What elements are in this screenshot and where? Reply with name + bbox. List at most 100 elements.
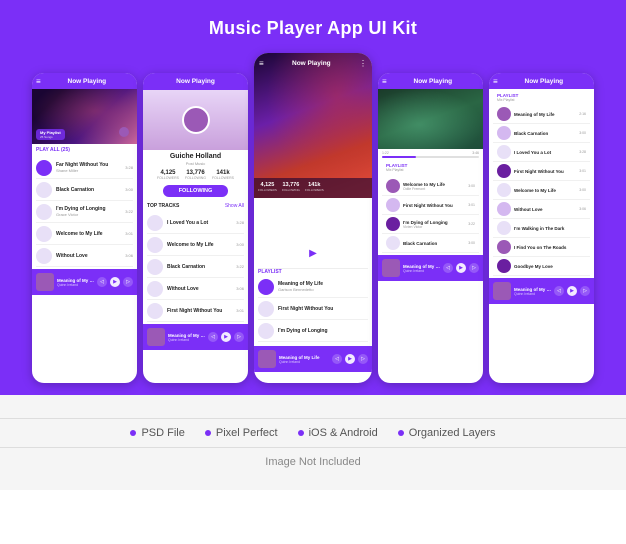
list-item[interactable]: I Loved You a Lot 3:28 [493, 143, 590, 162]
play-button[interactable]: ▶ [345, 354, 355, 364]
player-controls: ◁ ▶ ▷ [97, 277, 133, 287]
divider-2 [0, 447, 626, 448]
play-button[interactable]: ▶ [567, 286, 577, 296]
next-icon-3[interactable]: ⏭ [332, 248, 341, 259]
follow-button[interactable]: FOLLOWING [163, 185, 229, 197]
phone-4: ≡ Now Playing 1:22 3:46 PLAYLIST Mix Pla… [378, 73, 483, 383]
mini-playlist: PLAYLIST Meaning of My Life Garison Benn… [258, 268, 368, 342]
next-button[interactable]: ▷ [580, 286, 590, 296]
player-controls-3: ◁ ▶ ▷ [332, 354, 368, 364]
playlist-header-5: PLAYLIST Mix Playlist [489, 89, 594, 103]
list-item[interactable]: Black Carnation 3:22 [147, 256, 244, 278]
menu-icon-3[interactable]: ≡ [259, 59, 264, 68]
song-list-5: Meaning of My Life 2:16 Black Carnation … [489, 103, 594, 278]
hero-bg-3 [254, 53, 372, 198]
progress-fill-4 [382, 156, 416, 158]
next-button[interactable]: ▷ [469, 263, 479, 273]
list-item[interactable]: Welcome to My Life 3:00 [147, 234, 244, 256]
song-thumb [258, 279, 274, 295]
phone3-header: ≡ Now Playing ⋮ [254, 53, 372, 68]
list-item[interactable]: Black Carnation 3:00 [493, 124, 590, 143]
list-item[interactable]: Far Night Without You Shane Miller 3:28 [36, 157, 133, 179]
play-button-3[interactable]: ▶ [302, 242, 324, 264]
playlist-header-4: PLAYLIST Mix Playlist [378, 160, 483, 175]
list-item[interactable]: Without Love 3:06 [147, 278, 244, 300]
prev-button[interactable]: ◁ [208, 332, 218, 342]
shuffle-icon[interactable]: ⇄ [269, 248, 277, 259]
list-item[interactable]: Meaning of My Life 2:16 [493, 105, 590, 124]
stat-following: 13,776 FOLLOWING [185, 170, 206, 180]
list-item[interactable]: Welcome to My Life 3:00 [493, 181, 590, 200]
player-controls-5: ◁ ▶ ▷ [554, 286, 590, 296]
phone-3: ≡ Now Playing ⋮ 4,125 FOLLOWERS 13,776 F… [254, 53, 372, 383]
play-button[interactable]: ▶ [456, 263, 466, 273]
list-item[interactable]: First Night Without You [258, 298, 368, 320]
song-thumb [497, 202, 511, 216]
list-item[interactable]: First Night Without You 3:01 [147, 300, 244, 322]
menu-icon[interactable]: ≡ [36, 78, 41, 86]
prev-button[interactable]: ◁ [554, 286, 564, 296]
list-item[interactable]: Goodbye My Love [493, 257, 590, 276]
player-thumb-4 [382, 259, 400, 277]
hero-image-1: My Playlist 25 Songs [32, 89, 137, 144]
list-item[interactable]: First Night Without You 3:01 [382, 196, 479, 215]
list-item[interactable]: Welcome to My LifeOdile Fremont 3:00 [382, 177, 479, 196]
next-button[interactable]: ▷ [234, 332, 244, 342]
list-item[interactable]: Black Carnation 3:00 [382, 234, 479, 253]
hero-image-4 [378, 89, 483, 149]
player-controls-2: ◁ ▶ ▷ [208, 332, 244, 342]
phone3-white-content: Meaning of My Life Guiche Holland [254, 198, 372, 346]
list-item[interactable]: I'm Walking in The Dark [493, 219, 590, 238]
song-thumb [386, 198, 400, 212]
feature-dot [398, 430, 404, 436]
song-thumb [497, 164, 511, 178]
menu-icon-4[interactable]: ≡ [382, 78, 387, 86]
song-thumb [386, 236, 400, 250]
page-title: Music Player App UI Kit [209, 18, 417, 39]
tracks-list-2: I Loved You a Lot 3:28 Welcome to My Lif… [143, 210, 248, 324]
prev-icon-3[interactable]: ⏮ [285, 248, 294, 259]
next-button[interactable]: ▷ [358, 354, 368, 364]
feature-dot [130, 430, 136, 436]
list-item[interactable]: Meaning of My Life Garison Bennedetto [258, 276, 368, 298]
prev-button[interactable]: ◁ [97, 277, 107, 287]
more-icon-3[interactable]: ⋮ [359, 59, 367, 68]
play-button[interactable]: ▶ [221, 332, 231, 342]
player-bar-1: Meaning of My Life Quinn Ireland ◁ ▶ ▷ [32, 269, 137, 295]
avatar-1 [119, 127, 129, 137]
song-list-4: Welcome to My LifeOdile Fremont 3:00 Fir… [378, 175, 483, 255]
feature-dot [298, 430, 304, 436]
repeat-icon[interactable]: ↺ [349, 248, 357, 259]
list-item[interactable]: Without Love 3:06 [36, 245, 133, 267]
song-thumb [147, 281, 163, 297]
prev-button[interactable]: ◁ [443, 263, 453, 273]
next-button[interactable]: ▷ [123, 277, 133, 287]
divider [0, 418, 626, 419]
list-item[interactable]: Welcome to My Life 3:01 [36, 223, 133, 245]
list-item[interactable]: I'm Dying of LongingVivien Victor 3:22 [382, 215, 479, 234]
list-item[interactable]: I'm Dying of Longing Grace Victor 3:22 [36, 201, 133, 223]
list-item[interactable]: Without Love 3:06 [493, 200, 590, 219]
show-all-link[interactable]: Show All [225, 203, 244, 209]
song-thumb [497, 126, 511, 140]
play-button[interactable]: ▶ [110, 277, 120, 287]
song-thumb [386, 179, 400, 193]
list-item[interactable]: Black Carnation 3:00 [36, 179, 133, 201]
song-thumb [36, 248, 52, 264]
prev-button[interactable]: ◁ [332, 354, 342, 364]
feature-layers: Organized Layers [398, 427, 496, 439]
player-bar-5: Meaning of My Life Quinn Ireland ◁ ▶ ▷ [489, 278, 594, 304]
menu-icon-5[interactable]: ≡ [493, 78, 498, 86]
song-thumb [497, 145, 511, 159]
feature-pixel: Pixel Perfect [205, 427, 278, 439]
song-thumb [497, 259, 511, 273]
list-item[interactable]: I Loved You a Lot 3:28 [147, 212, 244, 234]
list-item[interactable]: I Find You on The Roads [493, 238, 590, 257]
not-included-label: Image Not Included [265, 456, 360, 468]
avatar-2 [182, 106, 210, 134]
play-all-label[interactable]: PLAY ALL (25) [32, 144, 137, 155]
list-item[interactable]: First Night Without You 3:01 [493, 162, 590, 181]
list-item[interactable]: I'm Dying of Longing [258, 320, 368, 342]
progress-track-4[interactable] [382, 156, 479, 158]
song-thumb [497, 183, 511, 197]
